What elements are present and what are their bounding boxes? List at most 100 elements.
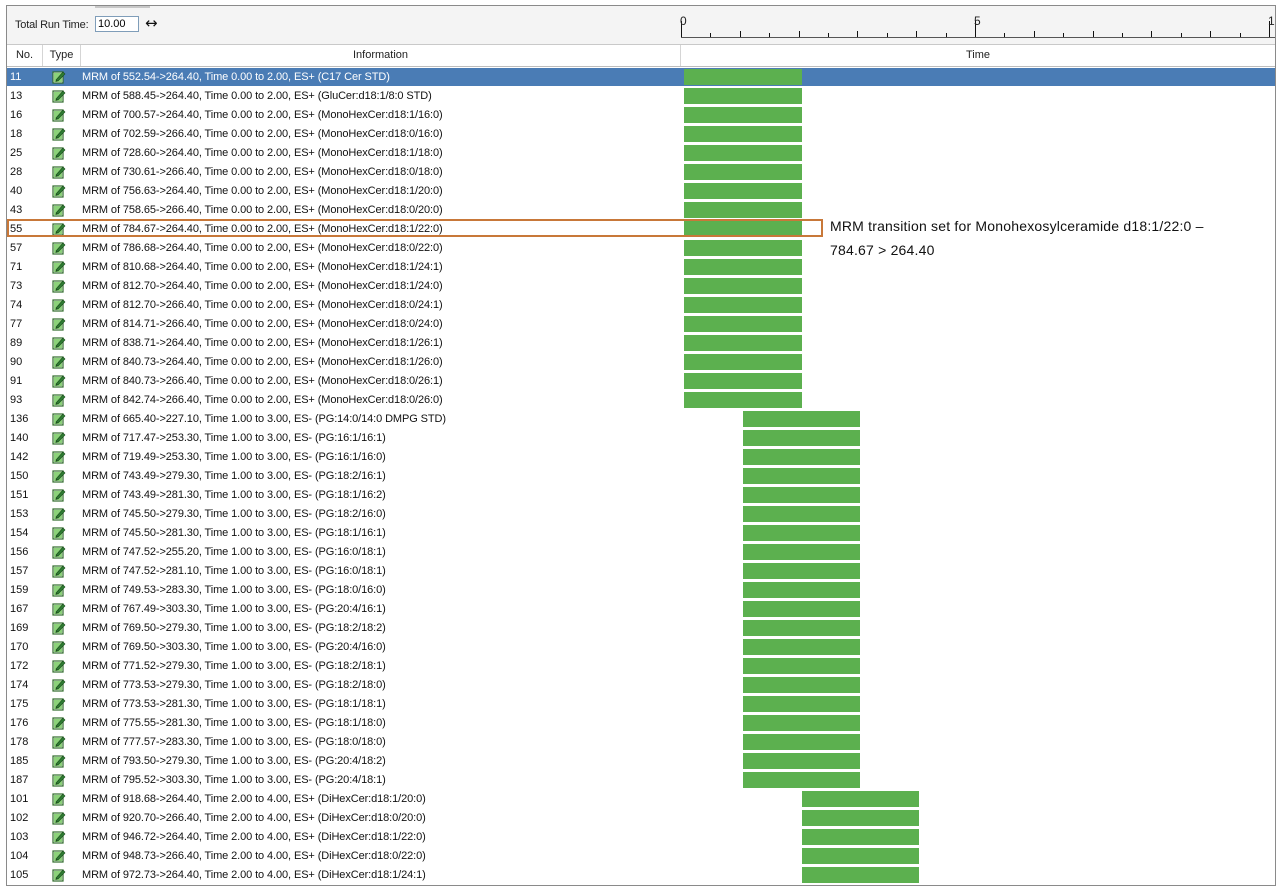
- table-row[interactable]: 174 MRM of 773.53->279.30, Time 1.00 to 3…: [7, 676, 1275, 695]
- time-window-bar[interactable]: [801, 829, 920, 845]
- edit-method-icon[interactable]: [52, 507, 66, 521]
- table-row[interactable]: 28 MRM of 730.61->266.40, Time 0.00 to 2.…: [7, 163, 1275, 182]
- table-row[interactable]: 74 MRM of 812.70->266.40, Time 0.00 to 2.…: [7, 296, 1275, 315]
- time-window-bar[interactable]: [684, 316, 802, 332]
- edit-method-icon[interactable]: [52, 830, 66, 844]
- edit-method-icon[interactable]: [52, 355, 66, 369]
- table-row[interactable]: 150 MRM of 743.49->279.30, Time 1.00 to 3…: [7, 467, 1275, 486]
- table-row[interactable]: 90 MRM of 840.73->264.40, Time 0.00 to 2.…: [7, 353, 1275, 372]
- edit-method-icon[interactable]: [52, 564, 66, 578]
- table-row[interactable]: 104 MRM of 948.73->266.40, Time 2.00 to 4…: [7, 847, 1275, 866]
- time-window-bar[interactable]: [742, 582, 861, 598]
- table-row[interactable]: 175 MRM of 773.53->281.30, Time 1.00 to 3…: [7, 695, 1275, 714]
- edit-method-icon[interactable]: [52, 811, 66, 825]
- table-row[interactable]: 93 MRM of 842.74->266.40, Time 0.00 to 2.…: [7, 391, 1275, 410]
- edit-method-icon[interactable]: [52, 241, 66, 255]
- table-row[interactable]: 169 MRM of 769.50->279.30, Time 1.00 to 3…: [7, 619, 1275, 638]
- time-window-bar[interactable]: [801, 848, 920, 864]
- table-row[interactable]: 77 MRM of 814.71->266.40, Time 0.00 to 2.…: [7, 315, 1275, 334]
- edit-method-icon[interactable]: [52, 279, 66, 293]
- column-header-type[interactable]: Type: [43, 45, 81, 66]
- time-window-bar[interactable]: [742, 487, 861, 503]
- table-row[interactable]: 151 MRM of 743.49->281.30, Time 1.00 to 3…: [7, 486, 1275, 505]
- time-window-bar[interactable]: [742, 601, 861, 617]
- time-window-bar[interactable]: [801, 867, 920, 883]
- time-window-bar[interactable]: [684, 202, 802, 218]
- edit-method-icon[interactable]: [52, 127, 66, 141]
- edit-method-icon[interactable]: [52, 184, 66, 198]
- time-window-bar[interactable]: [742, 620, 861, 636]
- edit-method-icon[interactable]: [52, 317, 66, 331]
- table-row[interactable]: 157 MRM of 747.52->281.10, Time 1.00 to 3…: [7, 562, 1275, 581]
- run-time-input[interactable]: [95, 16, 139, 32]
- table-row[interactable]: 167 MRM of 767.49->303.30, Time 1.00 to 3…: [7, 600, 1275, 619]
- edit-method-icon[interactable]: [52, 697, 66, 711]
- edit-method-icon[interactable]: [52, 298, 66, 312]
- edit-method-icon[interactable]: [52, 412, 66, 426]
- edit-method-icon[interactable]: [52, 526, 66, 540]
- edit-method-icon[interactable]: [52, 488, 66, 502]
- time-window-bar[interactable]: [684, 183, 802, 199]
- time-window-bar[interactable]: [684, 164, 802, 180]
- table-row[interactable]: 142 MRM of 719.49->253.30, Time 1.00 to 3…: [7, 448, 1275, 467]
- time-window-bar[interactable]: [742, 696, 861, 712]
- time-window-bar[interactable]: [742, 677, 861, 693]
- time-window-bar[interactable]: [801, 791, 920, 807]
- table-row[interactable]: 105 MRM of 972.73->264.40, Time 2.00 to 4…: [7, 866, 1275, 885]
- time-window-bar[interactable]: [684, 354, 802, 370]
- edit-method-icon[interactable]: [52, 108, 66, 122]
- edit-method-icon[interactable]: [52, 260, 66, 274]
- table-row[interactable]: 185 MRM of 793.50->279.30, Time 1.00 to 3…: [7, 752, 1275, 771]
- edit-method-icon[interactable]: [52, 146, 66, 160]
- column-header-time[interactable]: Time: [681, 45, 1275, 66]
- table-row[interactable]: 153 MRM of 745.50->279.30, Time 1.00 to 3…: [7, 505, 1275, 524]
- edit-method-icon[interactable]: [52, 583, 66, 597]
- table-row[interactable]: 25 MRM of 728.60->264.40, Time 0.00 to 2.…: [7, 144, 1275, 163]
- edit-method-icon[interactable]: [52, 89, 66, 103]
- table-row[interactable]: 16 MRM of 700.57->264.40, Time 0.00 to 2.…: [7, 106, 1275, 125]
- table-row[interactable]: 18 MRM of 702.59->266.40, Time 0.00 to 2.…: [7, 125, 1275, 144]
- time-window-bar[interactable]: [742, 658, 861, 674]
- edit-method-icon[interactable]: [52, 545, 66, 559]
- time-window-bar[interactable]: [742, 506, 861, 522]
- edit-method-icon[interactable]: [52, 716, 66, 730]
- table-row[interactable]: 140 MRM of 717.47->253.30, Time 1.00 to 3…: [7, 429, 1275, 448]
- edit-method-icon[interactable]: [52, 754, 66, 768]
- table-row[interactable]: 101 MRM of 918.68->264.40, Time 2.00 to 4…: [7, 790, 1275, 809]
- time-window-bar[interactable]: [742, 753, 861, 769]
- table-row[interactable]: 73 MRM of 812.70->264.40, Time 0.00 to 2.…: [7, 277, 1275, 296]
- time-window-bar[interactable]: [742, 544, 861, 560]
- table-row[interactable]: 91 MRM of 840.73->266.40, Time 0.00 to 2.…: [7, 372, 1275, 391]
- time-window-bar[interactable]: [742, 772, 861, 788]
- time-window-bar[interactable]: [684, 278, 802, 294]
- table-row[interactable]: 156 MRM of 747.52->255.20, Time 1.00 to 3…: [7, 543, 1275, 562]
- edit-method-icon[interactable]: [52, 792, 66, 806]
- edit-method-icon[interactable]: [52, 735, 66, 749]
- table-row[interactable]: 136 MRM of 665.40->227.10, Time 1.00 to 3…: [7, 410, 1275, 429]
- time-window-bar[interactable]: [684, 145, 802, 161]
- edit-method-icon[interactable]: [52, 849, 66, 863]
- table-row[interactable]: 172 MRM of 771.52->279.30, Time 1.00 to 3…: [7, 657, 1275, 676]
- edit-method-icon[interactable]: [52, 336, 66, 350]
- left-right-arrow-icon[interactable]: ↔: [145, 15, 158, 31]
- time-window-bar[interactable]: [684, 240, 802, 256]
- time-window-bar[interactable]: [742, 449, 861, 465]
- edit-method-icon[interactable]: [52, 868, 66, 882]
- time-window-bar[interactable]: [742, 411, 861, 427]
- table-row[interactable]: 170 MRM of 769.50->303.30, Time 1.00 to 3…: [7, 638, 1275, 657]
- edit-method-icon[interactable]: [52, 678, 66, 692]
- edit-method-icon[interactable]: [52, 450, 66, 464]
- edit-method-icon[interactable]: [52, 393, 66, 407]
- time-window-bar[interactable]: [684, 107, 802, 123]
- time-window-bar[interactable]: [742, 468, 861, 484]
- edit-method-icon[interactable]: [52, 70, 66, 84]
- time-window-bar[interactable]: [684, 88, 802, 104]
- time-window-bar[interactable]: [742, 639, 861, 655]
- edit-method-icon[interactable]: [52, 374, 66, 388]
- time-window-bar[interactable]: [742, 715, 861, 731]
- column-header-no[interactable]: No.: [7, 45, 43, 66]
- time-window-bar[interactable]: [684, 69, 802, 85]
- edit-method-icon[interactable]: [52, 621, 66, 635]
- time-window-bar[interactable]: [742, 430, 861, 446]
- edit-method-icon[interactable]: [52, 203, 66, 217]
